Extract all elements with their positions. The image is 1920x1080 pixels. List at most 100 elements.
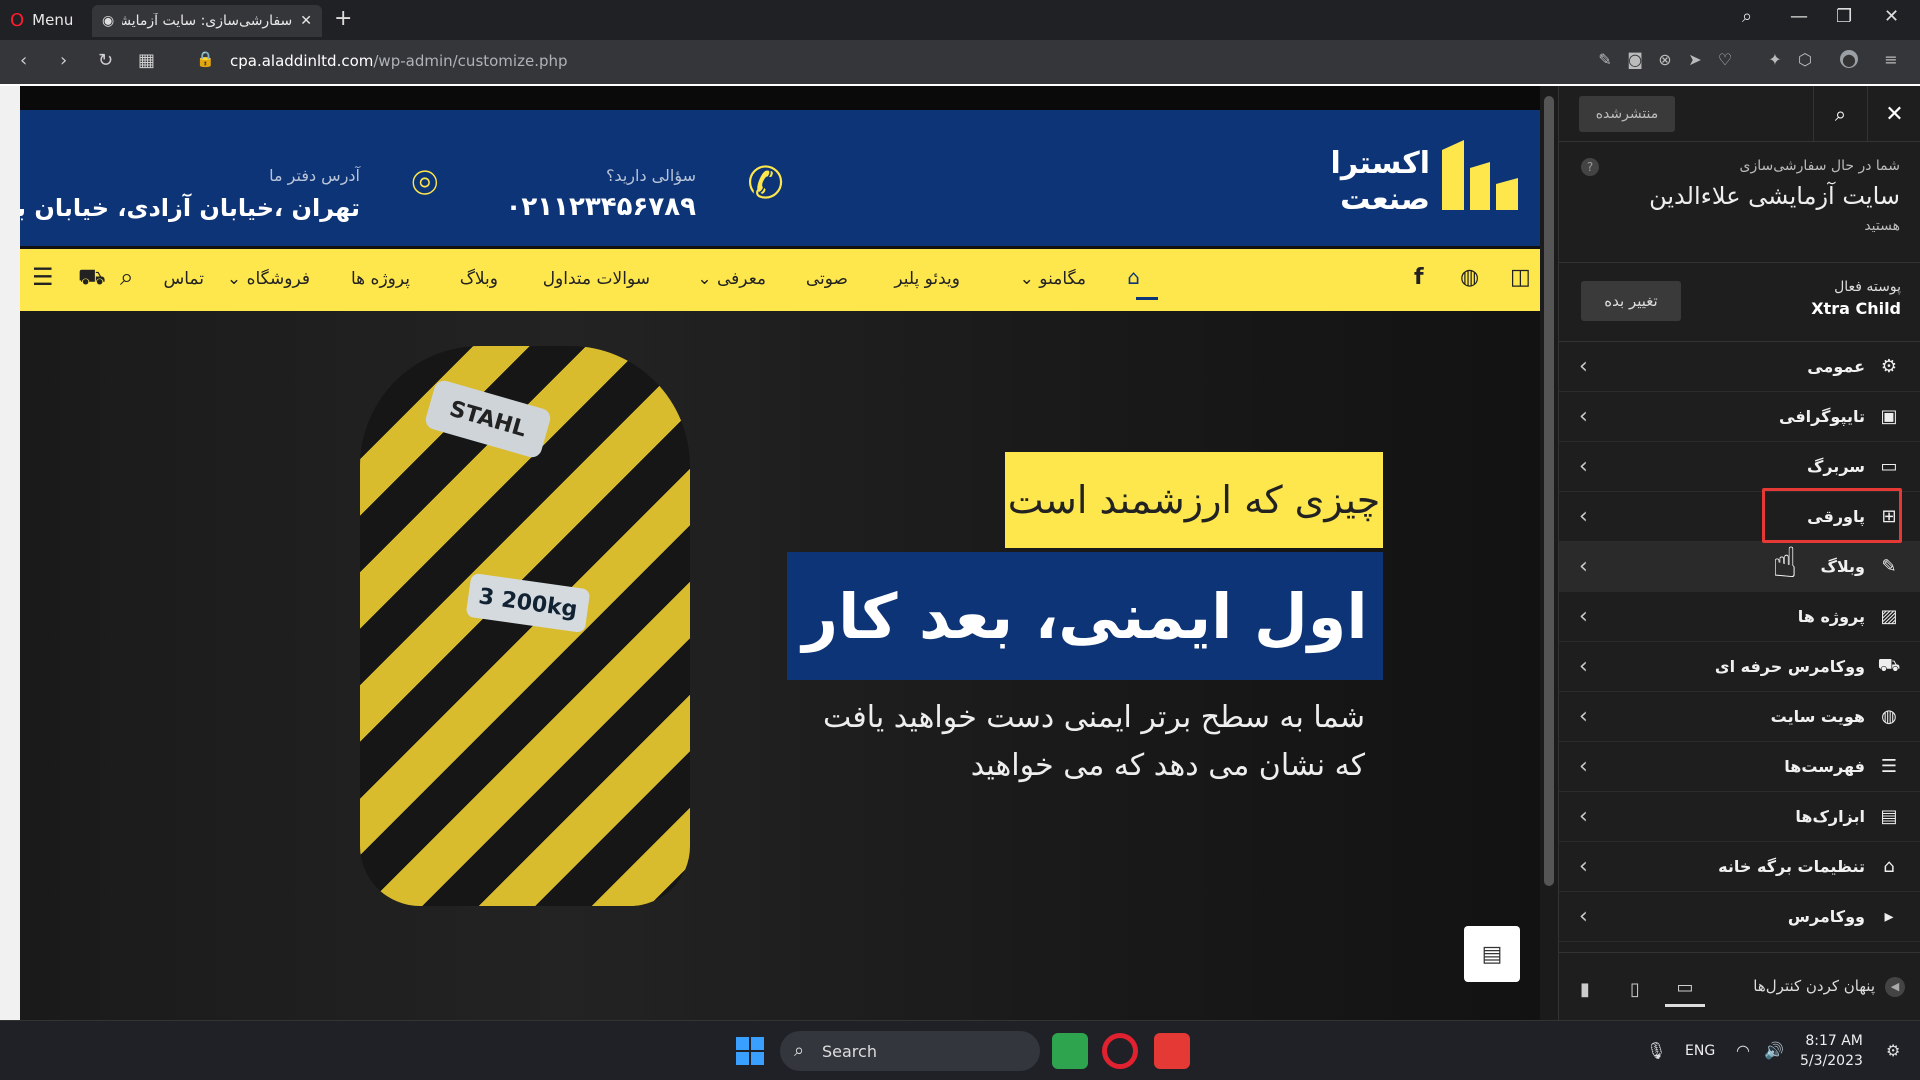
search-icon[interactable]: ⌕ <box>1813 86 1867 142</box>
section-typography[interactable]: ‹ تایپوگرافی ▣ <box>1559 392 1920 442</box>
menu-icon: ☰ <box>1880 756 1898 777</box>
notification-icon[interactable]: ⚙ <box>1886 1041 1900 1060</box>
address-label: آدرس دفتر ما <box>269 166 360 185</box>
heart-icon[interactable]: ♡ <box>1716 50 1734 69</box>
publish-button[interactable]: منتشرشده <box>1579 96 1675 132</box>
woocommerce-icon: ▸ <box>1884 906 1894 927</box>
clock[interactable]: 8:17 AM 5/3/2023 <box>1800 1031 1863 1071</box>
mobile-preview-icon[interactable]: ▮ <box>1565 971 1605 1007</box>
chevron-left-icon: ‹ <box>1579 454 1588 479</box>
nav-item-audio[interactable]: صوتی <box>806 269 848 289</box>
chat-icon[interactable]: ▤ <box>1464 926 1520 982</box>
opera-menu-button[interactable]: O Menu <box>10 8 73 32</box>
section-homepage-settings[interactable]: ‹ تنظیمات برگه خانه ⌂ <box>1559 842 1920 892</box>
extension-icon[interactable]: ✦ <box>1766 50 1784 69</box>
hamburger-icon[interactable]: ☰ <box>32 263 54 291</box>
nav-item-megamenu[interactable]: مگامنو ⌄ <box>1020 269 1086 289</box>
hero-tagline: چیزی که ارزشمند است <box>1005 452 1383 548</box>
desktop-preview-icon[interactable]: ▭ <box>1665 971 1705 1007</box>
home-underline <box>1136 297 1158 300</box>
speed-dial-icon[interactable]: ▦ <box>138 50 155 71</box>
widgets-icon: ▤ <box>1880 806 1898 827</box>
search-icon[interactable]: ⌕ <box>120 263 133 291</box>
send-icon[interactable]: ➤ <box>1686 50 1704 69</box>
dribbble-icon[interactable]: ◍ <box>1460 265 1479 290</box>
new-tab-button[interactable]: + <box>334 6 352 31</box>
section-projects[interactable]: ‹ پروژه ها ▨ <box>1559 592 1920 642</box>
left-scrollbar[interactable] <box>0 86 20 1020</box>
chevron-left-icon: ‹ <box>1579 804 1588 829</box>
url-field[interactable]: cpa.aladdinltd.com/wp-admin/customize.ph… <box>230 52 568 70</box>
highlight-box <box>1762 488 1902 543</box>
logo-text[interactable]: اکسترا صنعت <box>1331 146 1430 218</box>
facebook-icon[interactable]: f <box>1414 265 1424 290</box>
section-general[interactable]: ‹ عمومی ⚙ <box>1559 342 1920 392</box>
hero-sub-line2: که نشان می دهد که می خواهید <box>970 748 1365 783</box>
nav-item-shop[interactable]: فروشگاه ⌄ <box>227 269 310 289</box>
tablet-preview-icon[interactable]: ▯ <box>1615 971 1655 1007</box>
close-tab-icon[interactable]: ✕ <box>300 13 312 29</box>
volume-icon[interactable]: 🔊 <box>1764 1041 1784 1060</box>
pencil-icon: ✎ <box>1881 556 1897 577</box>
nav-item-faq[interactable]: سوالات متداول <box>543 269 650 289</box>
nav-item-blog[interactable]: وبلاگ <box>460 269 498 289</box>
nav-item-contact[interactable]: تماس <box>164 269 205 289</box>
hero-subtitle: شما به سطح برتر ایمنی دست خواهید یافت که… <box>720 694 1365 790</box>
recorder-icon[interactable] <box>1154 1033 1190 1069</box>
instagram-icon[interactable]: ◫ <box>1510 265 1531 290</box>
edit-icon[interactable]: ✎ <box>1596 50 1614 69</box>
help-icon[interactable]: ? <box>1581 158 1599 176</box>
logo-line1: اکسترا <box>1330 146 1430 181</box>
nav-item-projects[interactable]: پروژه ها <box>351 269 410 289</box>
section-blog[interactable]: ‹ وبلاگ ✎ <box>1559 542 1920 592</box>
minimize-button[interactable]: — <box>1790 6 1808 27</box>
taskbar-search[interactable]: ⌕ Search <box>780 1031 1040 1071</box>
clock-time: 8:17 AM <box>1805 1033 1863 1049</box>
cart-icon[interactable]: ⛟ <box>78 265 106 293</box>
wifi-icon[interactable]: ◠ <box>1736 1041 1750 1060</box>
section-widgets[interactable]: ‹ ابزارک‌ها ▤ <box>1559 792 1920 842</box>
change-theme-button[interactable]: تغییر بده <box>1581 281 1681 321</box>
section-woocommerce-pro[interactable]: ‹ ووکامرس حرفه ای ⛟ <box>1559 642 1920 692</box>
chevron-left-icon: ‹ <box>1579 854 1588 879</box>
hero-title: اول ایمنی، بعد کار <box>787 552 1383 680</box>
back-icon[interactable]: ‹ <box>20 50 27 71</box>
microphone-icon[interactable]: 🎙 <box>1646 1041 1666 1060</box>
hide-controls-button[interactable]: پنهان کردن کنترل‌ها <box>1753 977 1875 995</box>
restore-button[interactable]: ❐ <box>1836 6 1852 27</box>
chevron-left-icon: ‹ <box>1579 404 1588 429</box>
browser-tab[interactable]: ◉ سفارشی‌سازی: سایت آزمایشی علاءالدین ✕ <box>92 5 322 37</box>
camera-icon[interactable]: ◙ <box>1626 50 1644 69</box>
chevron-left-icon: ‹ <box>1579 754 1588 779</box>
easy-setup-icon[interactable]: ≡ <box>1882 50 1900 69</box>
close-window-button[interactable]: ✕ <box>1884 6 1899 27</box>
address-value: تهران ،خیابان آزادی، خیابان بهبودی <box>20 194 360 222</box>
lock-icon: 🔒 <box>196 50 215 68</box>
section-site-identity[interactable]: ‹ هویت سایت ◍ <box>1559 692 1920 742</box>
adblock-icon[interactable]: ⊗ <box>1656 50 1674 69</box>
preview-scroll-thumb[interactable] <box>1544 96 1554 886</box>
portfolio-icon: ▨ <box>1880 606 1898 627</box>
browser-tab-bar: O Menu ◉ سفارشی‌سازی: سایت آزمایشی علاءا… <box>0 0 1920 40</box>
profile-icon[interactable]: ● <box>1840 50 1858 69</box>
cube-icon[interactable]: ⬡ <box>1796 50 1814 69</box>
phone-label: سؤالی دارید؟ <box>605 166 696 185</box>
reload-icon[interactable]: ↻ <box>98 50 113 71</box>
camtasia-icon[interactable] <box>1052 1033 1088 1069</box>
nav-item-video[interactable]: ویدئو پلیر <box>894 269 960 289</box>
language-indicator[interactable]: ENG <box>1685 1043 1715 1059</box>
site-preview: اکسترا صنعت ✆ سؤالی دارید؟ ۰۲۱۱۲۳۴۵۶۷۸۹ … <box>20 86 1560 1020</box>
section-header[interactable]: ‹ سربرگ ▭ <box>1559 442 1920 492</box>
nav-item-about[interactable]: معرفی ⌄ <box>697 269 766 289</box>
close-icon[interactable]: ✕ <box>1867 86 1920 142</box>
hide-controls-icon[interactable]: ◀ <box>1885 977 1905 997</box>
opera-taskbar-icon[interactable] <box>1102 1033 1138 1069</box>
section-woocommerce[interactable]: ‹ ووکامرس ▸ <box>1559 892 1920 942</box>
menu-label: Menu <box>32 11 74 29</box>
windows-taskbar: ⌕ Search 🎙 ENG ◠ 🔊 8:17 AM 5/3/2023 ⚙ <box>0 1020 1920 1080</box>
home-icon[interactable]: ⌂ <box>1127 265 1140 289</box>
search-tabs-icon[interactable]: ⌕ <box>1742 6 1752 27</box>
section-menus[interactable]: ‹ فهرست‌ها ☰ <box>1559 742 1920 792</box>
windows-start-icon[interactable] <box>736 1037 764 1065</box>
forward-icon[interactable]: › <box>60 50 67 71</box>
